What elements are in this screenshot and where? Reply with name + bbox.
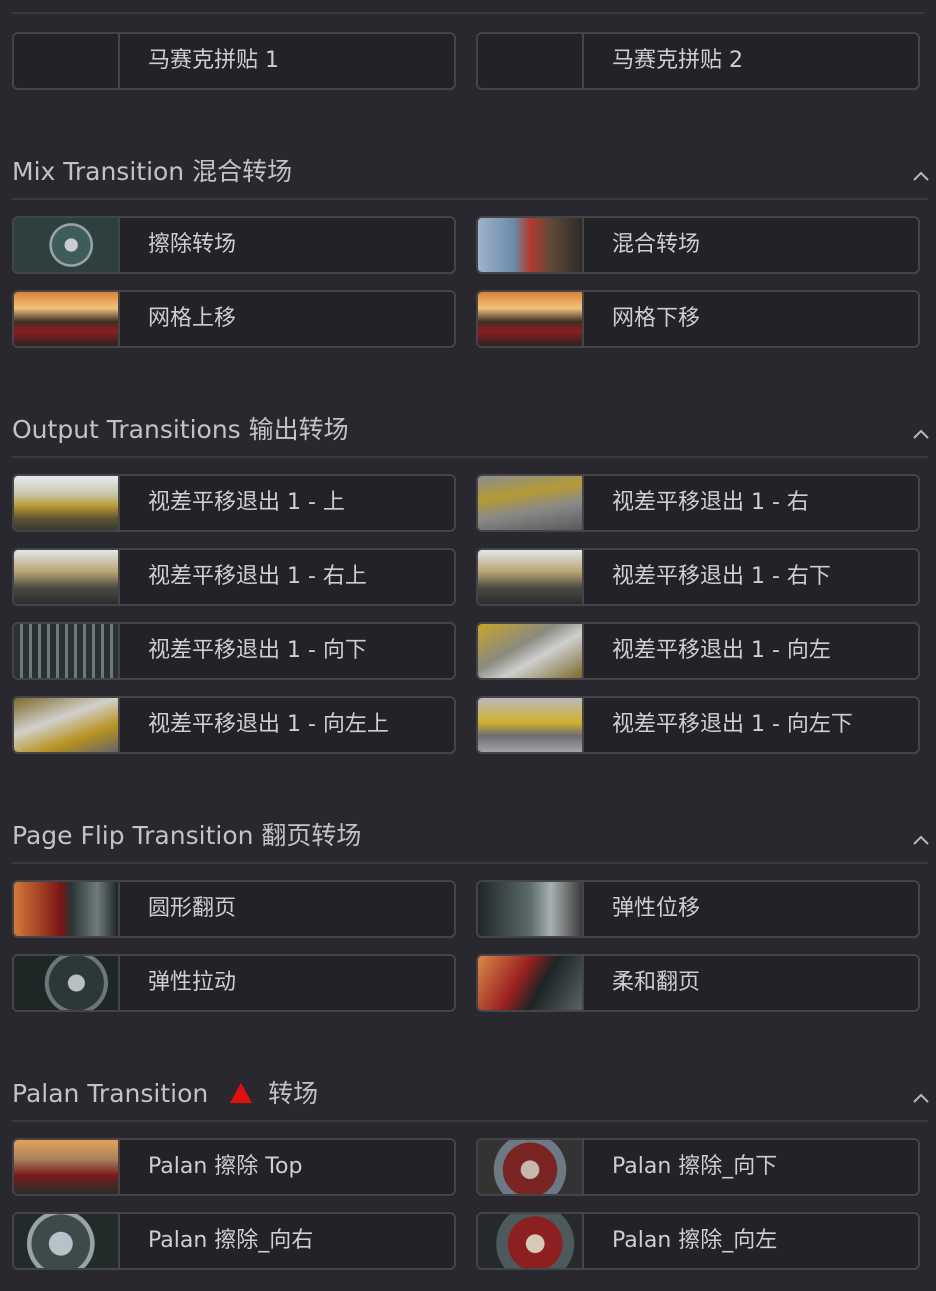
transition-thumbnail [478, 882, 584, 936]
transition-label: 视差平移退出 1 - 右上 [148, 564, 367, 589]
transition-thumbnail [14, 476, 120, 530]
transition-label: 视差平移退出 1 - 右下 [612, 564, 831, 589]
transition-thumbnail [14, 698, 120, 752]
transition-label: 网格下移 [612, 306, 701, 331]
transition-thumbnail [478, 956, 584, 1010]
transition-item[interactable]: 视差平移退出 1 - 上 [12, 474, 456, 532]
chevron-up-icon[interactable] [912, 170, 929, 184]
transition-label: 马赛克拼贴 1 [148, 48, 279, 73]
transition-item[interactable]: 视差平移退出 1 - 向左 [476, 622, 920, 680]
section-page-flip-transition: Page Flip Transition 翻页转场 [0, 818, 936, 864]
transition-item[interactable]: 网格下移 [476, 290, 920, 348]
section-header[interactable]: Output Transitions 输出转场 [12, 412, 929, 458]
transition-label: Palan 擦除_向下 [612, 1154, 778, 1179]
transition-label: 马赛克拼贴 2 [612, 48, 743, 73]
transition-thumbnail [14, 1140, 120, 1194]
section-palan-transition: Palan Transition 转场 [0, 1076, 936, 1122]
transition-label: Palan 擦除 Top [148, 1154, 303, 1179]
transition-item[interactable]: 弹性位移 [476, 880, 920, 938]
transition-thumbnail [478, 34, 584, 88]
transition-item[interactable]: 视差平移退出 1 - 右下 [476, 548, 920, 606]
transitions-panel: 马赛克拼贴 1 马赛克拼贴 2 Mix Transition 混合转场 擦除转场… [0, 0, 936, 1291]
section-title: Page Flip Transition 翻页转场 [12, 821, 362, 850]
transition-label: 弹性拉动 [148, 970, 237, 995]
transition-item[interactable]: 圆形翻页 [12, 880, 456, 938]
transition-item[interactable]: 混合转场 [476, 216, 920, 274]
divider [12, 12, 924, 14]
section-title: Mix Transition 混合转场 [12, 157, 293, 186]
chevron-up-icon[interactable] [912, 834, 929, 848]
transition-label: 视差平移退出 1 - 向下 [148, 638, 367, 663]
transition-item[interactable]: 网格上移 [12, 290, 456, 348]
transition-thumbnail [478, 624, 584, 678]
transition-thumbnail [14, 292, 120, 346]
transition-thumbnail [14, 550, 120, 604]
transition-label: 圆形翻页 [148, 896, 237, 921]
transition-thumbnail [478, 550, 584, 604]
transition-thumbnail [14, 34, 120, 88]
transition-item[interactable]: Palan 擦除_向下 [476, 1138, 920, 1196]
section-title-suffix: 转场 [268, 1079, 319, 1108]
transition-item[interactable]: 柔和翻页 [476, 954, 920, 1012]
transition-label: 视差平移退出 1 - 向左下 [612, 712, 853, 737]
transition-item[interactable]: 视差平移退出 1 - 向左下 [476, 696, 920, 754]
transition-label: 视差平移退出 1 - 上 [148, 490, 345, 515]
transition-item[interactable]: Palan 擦除_向左 [476, 1212, 920, 1270]
red-triangle-icon [230, 1083, 253, 1103]
transition-item[interactable]: 视差平移退出 1 - 右 [476, 474, 920, 532]
transition-thumbnail [478, 1214, 584, 1268]
transition-item[interactable]: 视差平移退出 1 - 右上 [12, 548, 456, 606]
transition-label: 混合转场 [612, 232, 701, 257]
transition-item[interactable]: Palan 擦除_向右 [12, 1212, 456, 1270]
transition-thumbnail [14, 882, 120, 936]
section-title: Output Transitions 输出转场 [12, 415, 349, 444]
section-title-prefix: Palan Transition [12, 1079, 209, 1108]
section-mix-transition: Mix Transition 混合转场 [0, 154, 936, 200]
section-header[interactable]: Palan Transition 转场 [12, 1074, 929, 1122]
transition-item[interactable]: 弹性拉动 [12, 954, 456, 1012]
transition-label: 视差平移退出 1 - 向左上 [148, 712, 389, 737]
transition-label: Palan 擦除_向右 [148, 1228, 314, 1253]
transition-label: 柔和翻页 [612, 970, 701, 995]
section-header[interactable]: Page Flip Transition 翻页转场 [12, 818, 929, 864]
section-header[interactable]: Mix Transition 混合转场 [12, 154, 929, 200]
section-output-transitions: Output Transitions 输出转场 [0, 412, 936, 458]
transition-label: 视差平移退出 1 - 向左 [612, 638, 831, 663]
transition-thumbnail [478, 218, 584, 272]
transition-thumbnail [478, 698, 584, 752]
transition-thumbnail [14, 624, 120, 678]
transition-thumbnail [478, 292, 584, 346]
section-title: Palan Transition 转场 [12, 1074, 318, 1110]
transition-item-mosaic-1[interactable]: 马赛克拼贴 1 [12, 32, 456, 90]
transition-thumbnail [14, 218, 120, 272]
transition-item[interactable]: 视差平移退出 1 - 向下 [12, 622, 456, 680]
transition-label: 弹性位移 [612, 896, 701, 921]
transition-item-mosaic-2[interactable]: 马赛克拼贴 2 [476, 32, 920, 90]
transition-label: Palan 擦除_向左 [612, 1228, 778, 1253]
transition-item[interactable]: 擦除转场 [12, 216, 456, 274]
transition-thumbnail [14, 1214, 120, 1268]
transition-thumbnail [478, 1140, 584, 1194]
transition-label: 网格上移 [148, 306, 237, 331]
chevron-up-icon[interactable] [912, 428, 929, 442]
transition-label: 视差平移退出 1 - 右 [612, 490, 809, 515]
transition-thumbnail [478, 476, 584, 530]
transition-label: 擦除转场 [148, 232, 237, 257]
transition-item[interactable]: 视差平移退出 1 - 向左上 [12, 696, 456, 754]
transition-item[interactable]: Palan 擦除 Top [12, 1138, 456, 1196]
transition-thumbnail [14, 956, 120, 1010]
chevron-up-icon[interactable] [912, 1092, 929, 1106]
